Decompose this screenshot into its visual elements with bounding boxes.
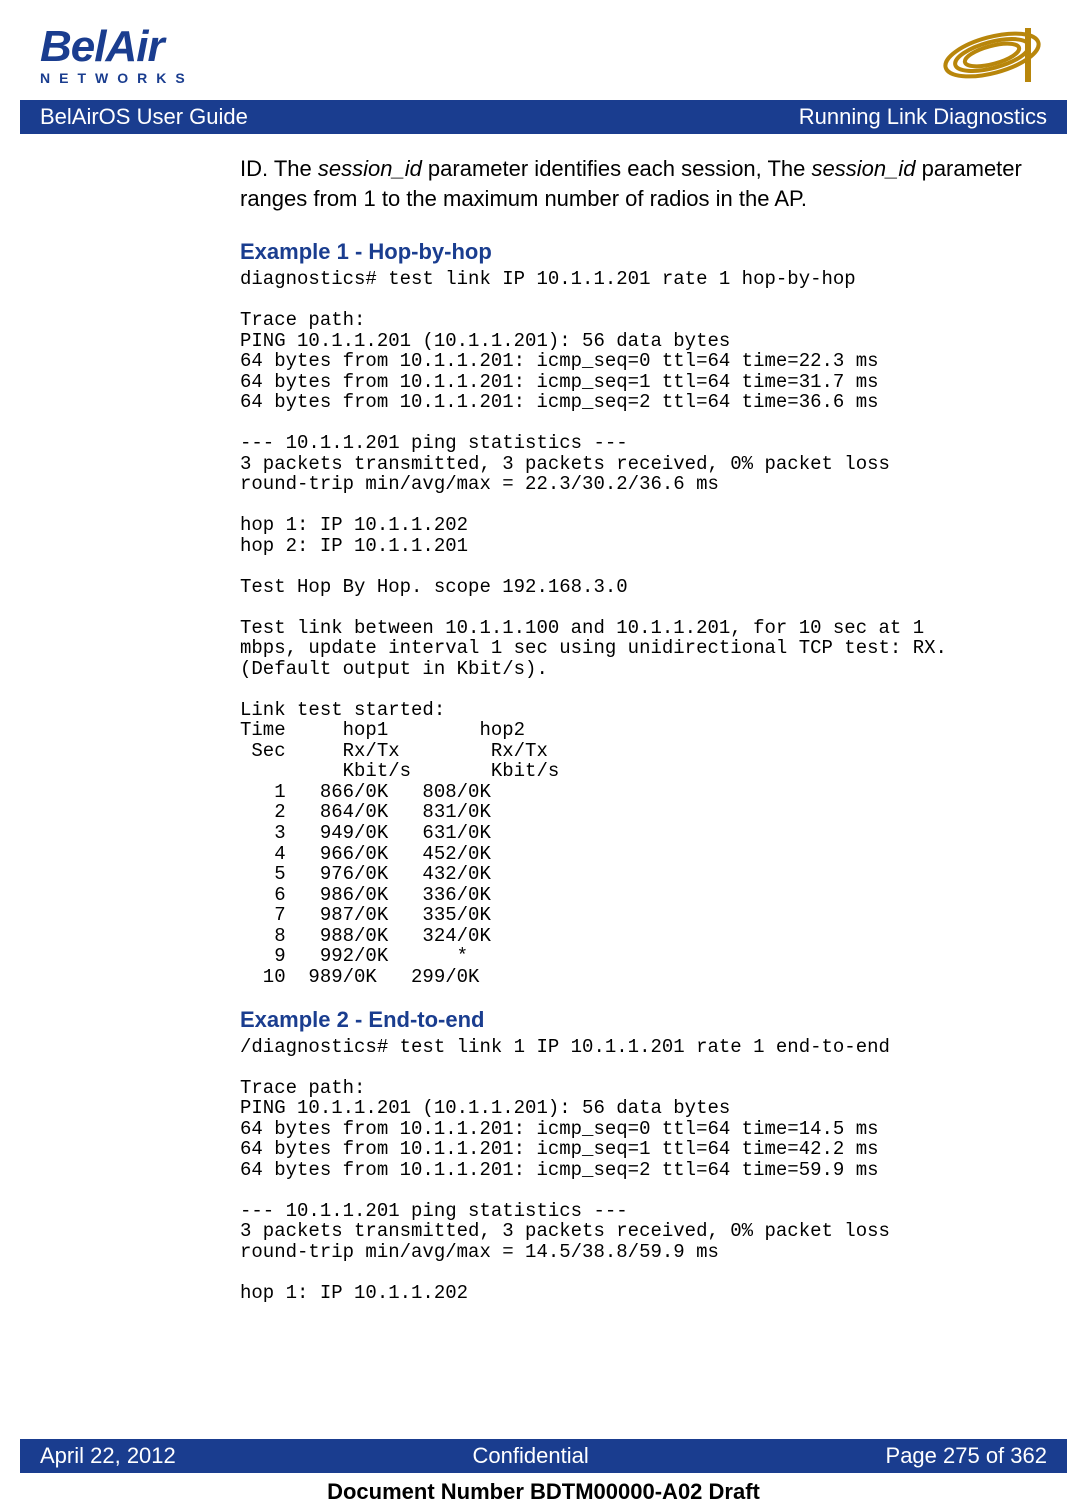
footer-page: Page 275 of 362 xyxy=(886,1443,1047,1469)
page: BelAir NETWORKS BelAirOS User Guide Runn… xyxy=(0,0,1087,1511)
para-text: parameter identifies each session, The xyxy=(422,156,812,181)
title-bar: BelAirOS User Guide Running Link Diagnos… xyxy=(20,100,1067,134)
logo-sub-text: NETWORKS xyxy=(40,71,194,85)
example-2-heading: Example 2 - End-to-end xyxy=(240,1005,1047,1035)
footer-confidential: Confidential xyxy=(473,1443,589,1469)
para-text: ID. The xyxy=(240,156,318,181)
logo-main-text: BelAir xyxy=(40,25,194,69)
example-1-code: diagnostics# test link IP 10.1.1.201 rat… xyxy=(240,269,1047,987)
example-2-code: /diagnostics# test link 1 IP 10.1.1.201 … xyxy=(240,1037,1047,1304)
content: ID. The session_id parameter identifies … xyxy=(0,134,1087,1304)
logo: BelAir NETWORKS xyxy=(40,25,194,85)
header: BelAir NETWORKS xyxy=(0,0,1087,100)
guide-title: BelAirOS User Guide xyxy=(40,104,248,130)
session-id-em-1: session_id xyxy=(318,156,422,181)
swoosh-icon xyxy=(937,20,1047,90)
section-title: Running Link Diagnostics xyxy=(799,104,1047,130)
example-1-heading: Example 1 - Hop-by-hop xyxy=(240,237,1047,267)
body-paragraph: ID. The session_id parameter identifies … xyxy=(240,154,1047,213)
footer-date: April 22, 2012 xyxy=(40,1443,176,1469)
footer-bar: April 22, 2012 Confidential Page 275 of … xyxy=(20,1439,1067,1473)
document-number: Document Number BDTM00000-A02 Draft xyxy=(0,1479,1087,1505)
session-id-em-2: session_id xyxy=(812,156,916,181)
